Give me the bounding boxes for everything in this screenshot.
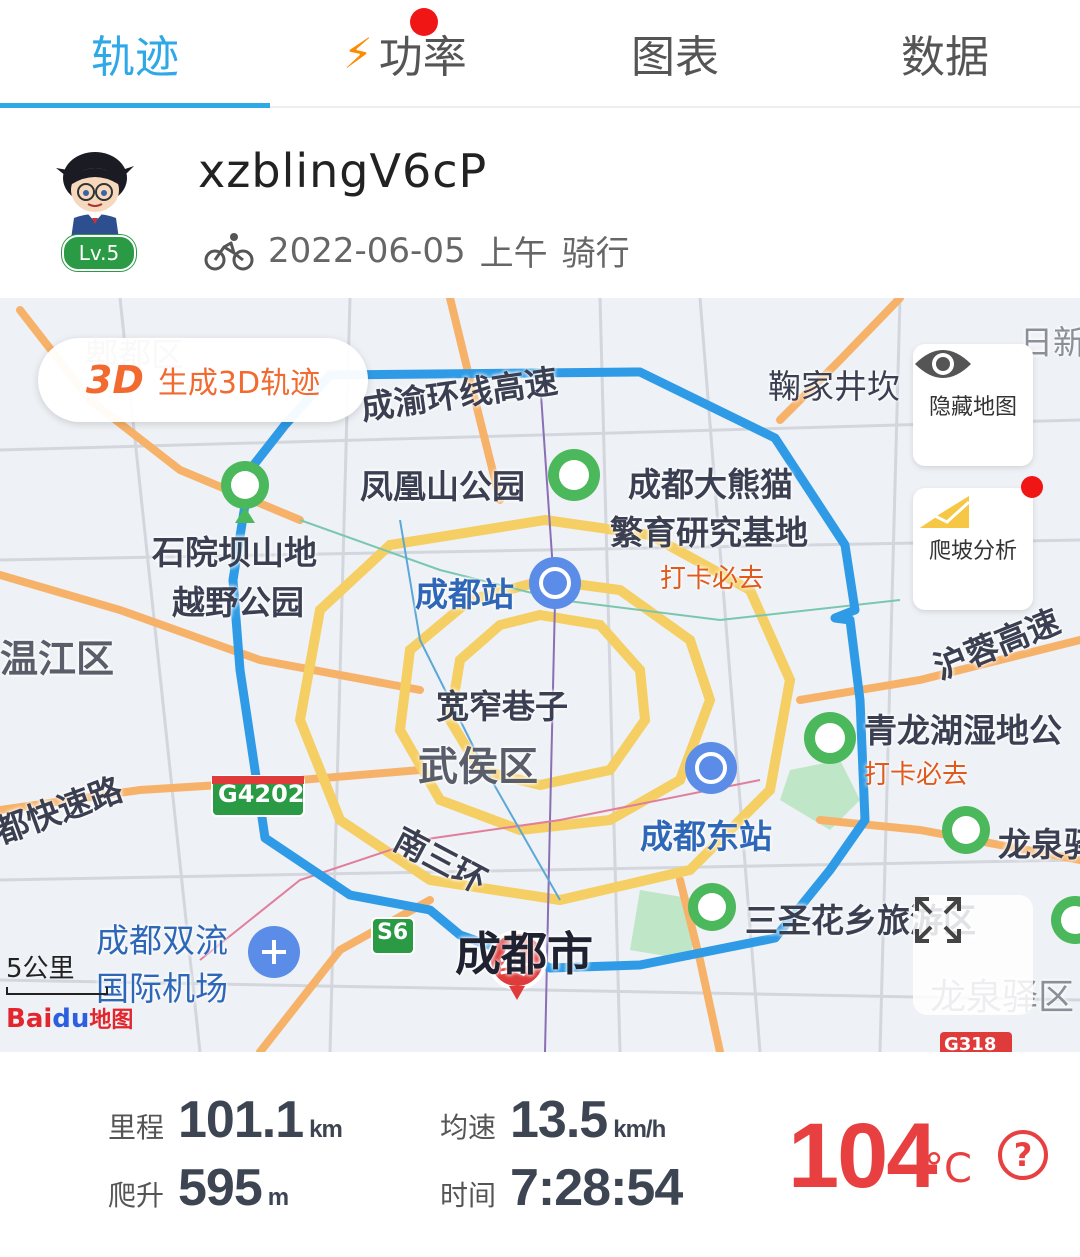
temperature-unit: °C: [924, 1146, 972, 1192]
tab-power[interactable]: ⚡ 功率: [270, 0, 540, 106]
label-jujia: 鞠家井坎: [768, 367, 900, 406]
logo-du: du: [52, 1004, 90, 1034]
label-wuhou: 武侯区: [418, 744, 538, 790]
tab-charts-label: 图表: [631, 32, 719, 83]
hide-map-label: 隐藏地图: [928, 395, 1017, 420]
climb-label: 爬升: [108, 1179, 165, 1212]
label-panda2: 繁育研究基地: [610, 513, 808, 552]
activity-period: 上午: [479, 234, 548, 274]
activity-date: 2022-06-05: [268, 230, 466, 271]
label-panda1: 成都大熊猫: [628, 465, 793, 504]
label-s6: S6: [377, 920, 409, 945]
label-wenjiang: 温江区: [0, 637, 115, 681]
route-map[interactable]: G4202 S6 G318 终 郫都区 日新 成渝环线高速 鞠家井坎 凤凰山公园…: [0, 298, 1080, 1052]
generate-3d-track-label: 生成3D轨迹: [157, 366, 321, 401]
map-scale: 5公里: [6, 948, 108, 995]
temperature-value: 104: [788, 1105, 937, 1207]
label-g4202: G4202: [218, 780, 305, 808]
bike-icon: [204, 232, 254, 270]
avg-speed-unit: km/h: [613, 1116, 666, 1143]
label-kuanzhai: 宽窄巷子: [436, 687, 568, 726]
hide-map-button[interactable]: 隐藏地图: [913, 344, 1033, 466]
label-longquan: 龙泉驿: [998, 825, 1080, 864]
tab-bar: 轨迹 ⚡ 功率 图表 数据: [0, 0, 1080, 108]
climb-number: 595: [178, 1159, 263, 1217]
avg-speed-label: 均速: [440, 1111, 497, 1144]
distance-value: 101.1 km: [178, 1090, 343, 1150]
label-shuangliu-1: 成都双流: [96, 921, 228, 960]
level-badge: Lv.5: [62, 235, 136, 271]
notification-dot: [410, 8, 438, 36]
help-icon[interactable]: ?: [998, 1130, 1048, 1180]
label-fenghuang: 凤凰山公园: [360, 467, 525, 506]
tab-charts[interactable]: 图表: [540, 0, 810, 106]
label-shiyuan1: 石院坝山地: [152, 533, 317, 572]
tab-data[interactable]: 数据: [810, 0, 1080, 106]
avatar[interactable]: [52, 148, 138, 246]
ride-stats: 里程 101.1 km 均速 13.5 km/h 爬升 595 m 时间 7:28:5…: [0, 1052, 1080, 1257]
time-value: 7:28:54: [510, 1159, 683, 1217]
lightning-icon: ⚡: [343, 28, 373, 78]
scale-bar: [6, 987, 108, 995]
expand-icon: [915, 897, 961, 943]
time-label: 时间: [440, 1179, 497, 1212]
label-qinglonghu: 青龙湖湿地公: [864, 711, 1062, 750]
label-checkin-2: 打卡必去: [864, 760, 969, 790]
notification-dot: [1021, 476, 1043, 498]
climb-analysis-button[interactable]: 爬坡分析: [913, 476, 1043, 610]
label-shiyuan2: 越野公园: [172, 583, 304, 622]
tab-track-label: 轨迹: [91, 32, 179, 83]
distance-number: 101.1: [178, 1091, 304, 1149]
label-east-station: 成都东站: [640, 817, 772, 856]
climb-value: 595 m: [178, 1158, 289, 1218]
fullscreen-button[interactable]: [913, 895, 1033, 1015]
username: xzblingV6cP: [198, 144, 488, 198]
avg-speed-value: 13.5 km/h: [510, 1090, 666, 1150]
label-chengdu-station: 成都站: [415, 575, 514, 614]
label-chengdu-city: 成都市: [455, 927, 593, 981]
generate-3d-track-button[interactable]: 3D 生成3D轨迹: [38, 338, 368, 422]
climb-unit: m: [267, 1184, 289, 1211]
activity-type: 骑行: [561, 234, 630, 274]
logo-bai: Bai: [6, 1004, 53, 1034]
slope-icon: [916, 496, 971, 530]
profile-header: Lv.5 xzblingV6cP 2022-06-05 上午 骑行: [0, 110, 1080, 298]
label-checkin-1: 打卡必去: [660, 564, 765, 594]
baidu-map-logo: Baidu地图: [6, 1002, 133, 1034]
distance-unit: km: [309, 1116, 343, 1143]
label-g318: G318: [944, 1034, 997, 1052]
tab-data-label: 数据: [901, 32, 989, 83]
eye-icon: [915, 350, 971, 378]
distance-label: 里程: [108, 1111, 165, 1144]
3d-icon: 3D: [85, 358, 144, 402]
tab-track[interactable]: 轨迹: [0, 0, 270, 108]
scale-label: 5公里: [6, 954, 75, 984]
avg-speed-number: 13.5: [510, 1091, 608, 1149]
activity-meta: 2022-06-05 上午 骑行: [204, 226, 630, 275]
logo-map: 地图: [89, 1008, 134, 1033]
climb-analysis-label: 爬坡分析: [928, 539, 1017, 564]
